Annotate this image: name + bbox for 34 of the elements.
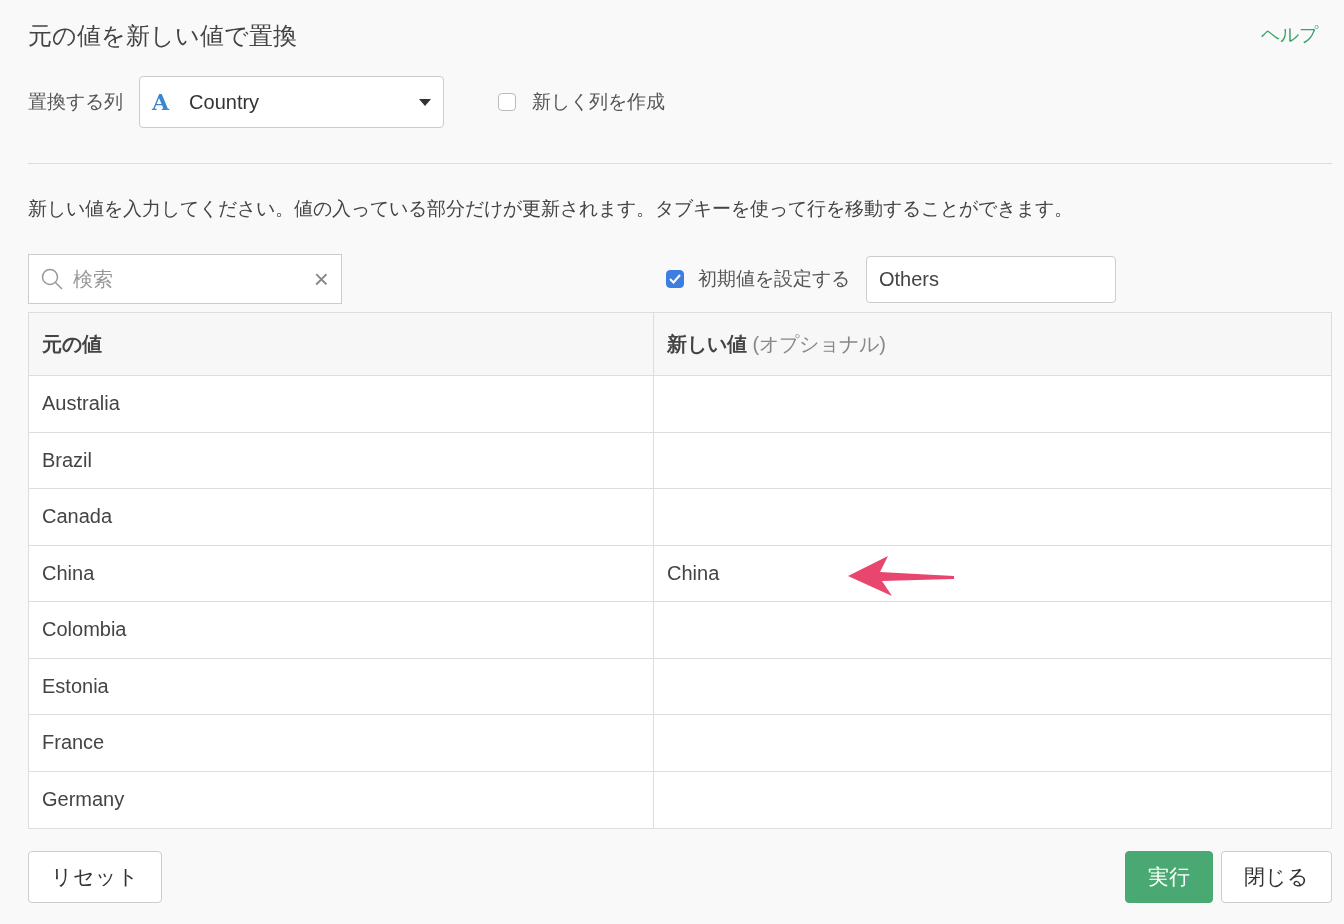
search-field[interactable]: 検索 × — [28, 254, 342, 304]
table-cell[interactable] — [654, 376, 1331, 433]
dialog-title: 元の値を新しい値で置換 — [28, 21, 297, 51]
table-cell[interactable] — [654, 489, 1331, 546]
instruction-text: 新しい値を入力してください。値の入っている部分だけが更新されます。タブキーを使って行を移動することができます。 — [28, 197, 1074, 221]
table-cell: Germany — [29, 771, 654, 828]
column-label: 置換する列 — [28, 90, 123, 114]
default-value-field[interactable]: Others — [866, 255, 1116, 303]
checkbox[interactable] — [666, 270, 684, 288]
checkbox[interactable] — [498, 93, 516, 111]
table-cell[interactable] — [654, 602, 1331, 659]
close-button[interactable]: 閉じる — [1221, 850, 1332, 903]
table-cell[interactable] — [654, 658, 1331, 715]
table-cell: Estonia — [29, 658, 654, 715]
reset-button[interactable]: リセット — [28, 850, 162, 903]
type-icon: A — [152, 89, 170, 115]
table-cell: Australia — [29, 376, 654, 433]
checkbox-label: 新しく列を作成 — [532, 90, 665, 114]
table-cell[interactable] — [654, 715, 1331, 772]
column-dropdown[interactable]: A Country — [139, 76, 444, 128]
table-cell: France — [29, 715, 654, 772]
clear-button[interactable]: × — [313, 266, 329, 292]
table-cell[interactable] — [654, 771, 1331, 828]
caret-icon — [419, 98, 431, 106]
table-cell: China — [29, 545, 654, 602]
column-header: 元の値 — [29, 313, 654, 376]
search-icon — [41, 268, 63, 290]
table-cell[interactable]: China — [654, 545, 1331, 602]
cell-text: China — [667, 561, 720, 585]
table-cell[interactable] — [654, 432, 1331, 489]
table-cell: Canada — [29, 489, 654, 546]
table-cell: Brazil — [29, 432, 654, 489]
checkbox-label: 初期値を設定する — [698, 267, 850, 291]
table-cell: Colombia — [29, 602, 654, 659]
